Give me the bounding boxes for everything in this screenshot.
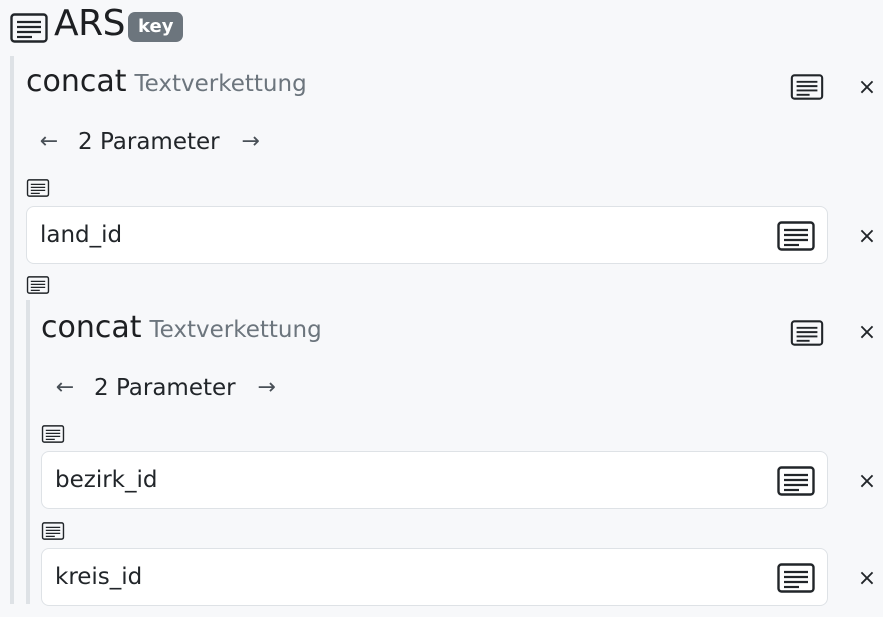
param-value: kreis_id	[55, 564, 143, 590]
param-field-doc-icon[interactable]	[777, 563, 815, 593]
param-field-doc-icon[interactable]	[777, 221, 815, 251]
function-name: concat	[41, 310, 142, 345]
next-arrow-icon[interactable]: →	[238, 128, 264, 156]
prev-arrow-icon[interactable]: ←	[52, 374, 78, 402]
next-arrow-icon[interactable]: →	[254, 374, 280, 402]
param-value: bezirk_id	[55, 467, 158, 493]
param-doc-icon[interactable]	[41, 522, 65, 540]
prev-arrow-icon[interactable]: ←	[36, 128, 62, 156]
param-value: land_id	[40, 222, 123, 248]
function-description: Textverkettung	[149, 317, 322, 343]
param-doc-icon[interactable]	[26, 276, 50, 294]
param-field-kreis-id[interactable]: kreis_id	[41, 548, 828, 606]
param-doc-icon[interactable]	[26, 179, 50, 197]
outer-function-doc-icon[interactable]	[790, 74, 824, 100]
parameter-count: 2 Parameter	[94, 375, 236, 401]
doc-lines-icon[interactable]	[10, 13, 48, 43]
key-badge: key	[128, 12, 184, 42]
param-field-land-id[interactable]: land_id	[26, 206, 828, 264]
inner-parameter-pager: ← 2 Parameter →	[52, 374, 280, 402]
function-description: Textverkettung	[134, 71, 307, 97]
inner-guide-line	[26, 300, 30, 604]
param-doc-icon[interactable]	[41, 425, 65, 443]
inner-function-close-button[interactable]: ×	[857, 322, 877, 344]
param-field-doc-icon[interactable]	[777, 466, 815, 496]
parameter-count: 2 Parameter	[78, 129, 220, 155]
param-close-button[interactable]: ×	[857, 226, 877, 248]
outer-guide-line	[10, 56, 14, 604]
inner-function-doc-icon[interactable]	[790, 320, 824, 346]
function-name: concat	[26, 64, 127, 99]
param-field-bezirk-id[interactable]: bezirk_id	[41, 451, 828, 509]
field-title: ARS	[54, 3, 126, 44]
outer-function-heading: concat Textverkettung	[26, 64, 307, 100]
outer-parameter-pager: ← 2 Parameter →	[36, 128, 264, 156]
param-close-button[interactable]: ×	[857, 568, 877, 590]
param-close-button[interactable]: ×	[857, 471, 877, 493]
outer-function-close-button[interactable]: ×	[857, 77, 877, 99]
inner-function-heading: concat Textverkettung	[41, 310, 322, 346]
